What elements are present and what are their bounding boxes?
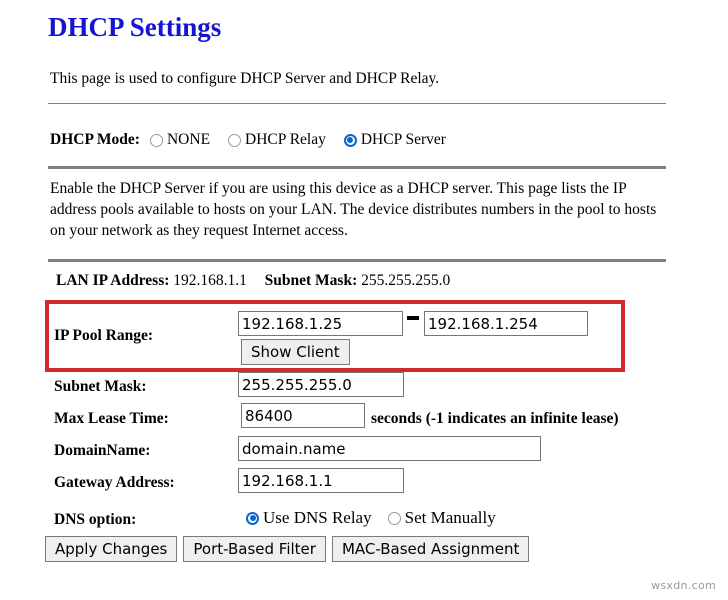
- port-based-filter-button[interactable]: Port-Based Filter: [183, 536, 326, 562]
- gateway-address-input[interactable]: [238, 468, 404, 493]
- dhcp-mode-option-server-label: DHCP Server: [360, 131, 446, 148]
- mac-based-assignment-button[interactable]: MAC-Based Assignment: [331, 536, 530, 562]
- gateway-address-label: Gateway Address:: [54, 474, 175, 491]
- dns-option-set-manually[interactable]: Set Manually: [387, 508, 496, 528]
- ip-pool-start-input[interactable]: [238, 311, 403, 336]
- dns-option-label: DNS option:: [54, 511, 137, 528]
- dns-option-use-relay-label: Use DNS Relay: [263, 508, 372, 527]
- lan-ip-label: LAN IP Address:: [56, 272, 170, 289]
- dhcp-mode-option-server[interactable]: DHCP Server: [343, 131, 446, 149]
- watermark: wsxdn.com: [651, 579, 716, 592]
- divider-mode: [48, 166, 666, 169]
- action-button-row: Apply Changes Port-Based Filter MAC-Base…: [45, 536, 530, 562]
- divider-top: [48, 103, 666, 104]
- lan-subnet-value: 255.255.255.0: [361, 272, 451, 289]
- lan-ip-value: 192.168.1.1: [173, 272, 247, 289]
- lan-subnet-label: Subnet Mask:: [264, 272, 358, 289]
- show-client-button[interactable]: Show Client: [241, 339, 350, 365]
- radio-dhcp-server-icon[interactable]: [343, 133, 357, 147]
- page-title: DHCP Settings: [48, 12, 222, 42]
- radio-none-icon[interactable]: [149, 133, 163, 147]
- domain-name-label: DomainName:: [54, 442, 151, 459]
- dhcp-mode-option-relay[interactable]: DHCP Relay: [228, 131, 326, 149]
- ip-pool-range-label: IP Pool Range:: [54, 327, 154, 344]
- subnet-mask-label: Subnet Mask:: [54, 378, 147, 395]
- ip-pool-end-input[interactable]: [424, 311, 588, 336]
- dhcp-mode-label: DHCP Mode:: [50, 131, 140, 148]
- dhcp-mode-option-none[interactable]: NONE: [149, 131, 211, 149]
- radio-set-manually-icon[interactable]: [387, 511, 401, 525]
- dns-option-use-relay[interactable]: Use DNS Relay: [246, 508, 372, 528]
- divider-description: [48, 259, 666, 262]
- dhcp-mode-option-relay-label: DHCP Relay: [245, 131, 326, 148]
- ip-pool-separator-dash: [407, 316, 419, 320]
- dns-option-set-manually-label: Set Manually: [404, 508, 496, 527]
- max-lease-time-hint: seconds (-1 indicates an infinite lease): [371, 410, 619, 427]
- apply-changes-button[interactable]: Apply Changes: [45, 536, 178, 562]
- dns-option-group: Use DNS Relay Set Manually: [246, 508, 512, 528]
- max-lease-time-input[interactable]: [241, 403, 365, 428]
- radio-dhcp-relay-icon[interactable]: [228, 133, 242, 147]
- page-description: Enable the DHCP Server if you are using …: [50, 180, 657, 239]
- dhcp-mode-option-none-label: NONE: [166, 131, 211, 148]
- dhcp-mode-row: DHCP Mode: NONE DHCP Relay DHCP Server: [50, 131, 464, 149]
- lan-info-line: LAN IP Address: 192.168.1.1 Subnet Mask:…: [56, 272, 450, 290]
- domain-name-input[interactable]: [238, 436, 541, 461]
- subnet-mask-input[interactable]: [238, 372, 404, 397]
- radio-use-dns-relay-icon[interactable]: [246, 511, 259, 525]
- page-intro-text: This page is used to configure DHCP Serv…: [50, 70, 440, 87]
- max-lease-time-label: Max Lease Time:: [54, 410, 169, 427]
